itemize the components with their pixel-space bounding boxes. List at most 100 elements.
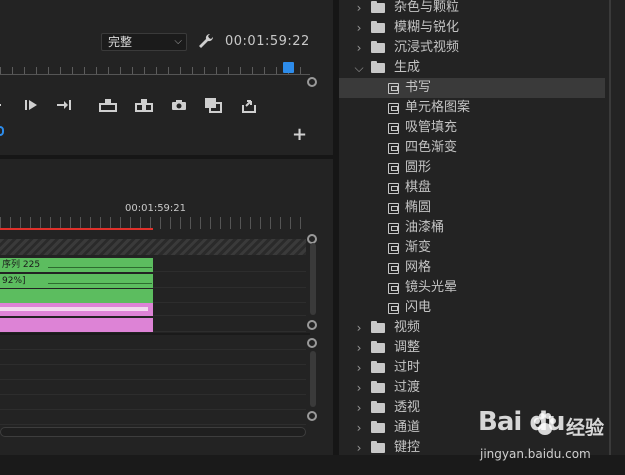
chevron-right-icon[interactable]: ›: [353, 0, 365, 18]
playhead-timecode[interactable]: 00:01:59:22: [225, 34, 310, 49]
effect-item[interactable]: 闪电: [339, 298, 605, 318]
effect-icon: [388, 143, 399, 154]
tree-item-label: 闪电: [405, 300, 432, 315]
render-bar: [0, 239, 306, 255]
tree-item-label: 杂色与颗粒: [394, 0, 460, 15]
video-clip[interactable]: 92%]: [0, 274, 153, 288]
play-icon[interactable]: [22, 96, 40, 114]
effect-icon: [388, 203, 399, 214]
tree-item-label: 过渡: [394, 380, 421, 395]
video-track-2: 92%]: [0, 274, 306, 288]
export-frame-icon[interactable]: [240, 96, 258, 114]
effect-item[interactable]: 圆形: [339, 158, 605, 178]
chevron-down-icon[interactable]: ⌵: [353, 58, 365, 78]
tree-item-label: 油漆桶: [405, 220, 445, 235]
effect-item[interactable]: 网格: [339, 258, 605, 278]
audio-tracks-area: [0, 335, 306, 425]
lift-icon[interactable]: [99, 96, 117, 114]
effects-scrollbar-track[interactable]: [605, 0, 625, 475]
add-button[interactable]: +: [292, 124, 307, 145]
chevron-right-icon[interactable]: ›: [353, 418, 365, 438]
chevron-right-icon[interactable]: ›: [353, 338, 365, 358]
effect-item[interactable]: 单元格图案: [339, 98, 605, 118]
effect-icon: [388, 183, 399, 194]
scroll-handle-audio-top[interactable]: [307, 338, 317, 348]
work-area-bar[interactable]: [0, 228, 153, 230]
effect-item[interactable]: 吸管填充: [339, 118, 605, 138]
audio-track-scrollbar[interactable]: [310, 351, 316, 407]
video-track-scrollbar[interactable]: [310, 243, 316, 315]
effects-scrollbar[interactable]: [609, 0, 611, 475]
chevron-right-icon[interactable]: ›: [353, 398, 365, 418]
extract-icon[interactable]: [135, 96, 153, 114]
tree-item-label: 网格: [405, 260, 432, 275]
watermark-cn: 经验: [566, 417, 605, 439]
effect-item[interactable]: 四色渐变: [339, 138, 605, 158]
video-clip[interactable]: 序列 225: [0, 258, 153, 272]
effect-item[interactable]: 渐变: [339, 238, 605, 258]
wrench-icon[interactable]: [197, 32, 215, 50]
effects-folder[interactable]: › 沉浸式视频: [339, 38, 605, 58]
effects-folder[interactable]: › 视频: [339, 318, 605, 338]
tree-item-label: 模糊与锐化: [394, 20, 460, 35]
video-clip[interactable]: [0, 289, 153, 303]
chevron-right-icon[interactable]: ›: [353, 318, 365, 338]
chevron-right-icon[interactable]: ›: [353, 378, 365, 398]
chevron-down-icon: ⌵: [174, 36, 182, 47]
camera-icon[interactable]: [170, 96, 188, 114]
tree-item-label: 圆形: [405, 160, 432, 175]
folder-icon: [371, 41, 385, 53]
audio-clip[interactable]: [0, 318, 153, 332]
settings-indicator: [0, 126, 4, 136]
program-monitor: 完整 ⌵ 00:01:59:22 +: [0, 0, 333, 155]
video-track-3: [0, 289, 306, 303]
zoom-handle[interactable]: [307, 77, 317, 87]
effect-icon: [388, 223, 399, 234]
folder-icon: [371, 21, 385, 33]
effect-item[interactable]: 书写: [339, 78, 605, 98]
effect-icon: [388, 303, 399, 314]
tree-item-label: 单元格图案: [405, 100, 471, 115]
effects-folder[interactable]: ⌵ 生成: [339, 58, 605, 78]
tree-item-label: 过时: [394, 360, 421, 375]
chevron-right-icon[interactable]: ›: [353, 38, 365, 58]
folder-icon: [371, 381, 385, 393]
fit-dropdown-value: 完整: [108, 35, 133, 49]
effect-icon: [388, 83, 399, 94]
timeline-horizontal-scrollbar[interactable]: [0, 427, 306, 437]
watermark: Bai du 经验 jingyan.baidu.com: [478, 407, 618, 467]
effect-item[interactable]: 油漆桶: [339, 218, 605, 238]
scroll-handle-audio-bottom[interactable]: [307, 411, 317, 421]
button-editor-icon[interactable]: [204, 96, 222, 114]
timeline-panel: 00:01:59:21 序列 225 92%]: [0, 159, 333, 475]
chevron-right-icon[interactable]: ›: [353, 358, 365, 378]
tree-item-label: 视频: [394, 320, 421, 335]
audio-clip[interactable]: [0, 303, 153, 316]
effect-item[interactable]: 棋盘: [339, 178, 605, 198]
tree-item-label: 通道: [394, 420, 421, 435]
folder-icon: [371, 341, 385, 353]
left-panel: 完整 ⌵ 00:01:59:22 + 00:01:59:21 序列 225 92…: [0, 0, 333, 475]
folder-icon: [371, 421, 385, 433]
effects-folder[interactable]: › 调整: [339, 338, 605, 358]
fit-dropdown[interactable]: 完整 ⌵: [101, 33, 187, 51]
effect-icon: [388, 283, 399, 294]
effect-item[interactable]: 椭圆: [339, 198, 605, 218]
effects-folder[interactable]: › 过时: [339, 358, 605, 378]
step-forward-icon[interactable]: [55, 96, 73, 114]
effects-folder[interactable]: › 模糊与锐化: [339, 18, 605, 38]
playhead-marker[interactable]: [283, 62, 294, 73]
effects-folder[interactable]: › 杂色与颗粒: [339, 0, 605, 18]
step-back-icon[interactable]: [0, 96, 12, 114]
clip-label: 序列 225: [2, 260, 41, 270]
effect-icon: [388, 243, 399, 254]
effects-folder[interactable]: › 过渡: [339, 378, 605, 398]
tree-item-label: 棋盘: [405, 180, 432, 195]
effect-item[interactable]: 镜头光晕: [339, 278, 605, 298]
transport-controls: [0, 96, 280, 116]
chevron-right-icon[interactable]: ›: [353, 18, 365, 38]
folder-icon: [371, 401, 385, 413]
effect-icon: [388, 103, 399, 114]
scroll-handle-mid[interactable]: [307, 320, 317, 330]
monitor-time-ruler[interactable]: [0, 62, 310, 75]
